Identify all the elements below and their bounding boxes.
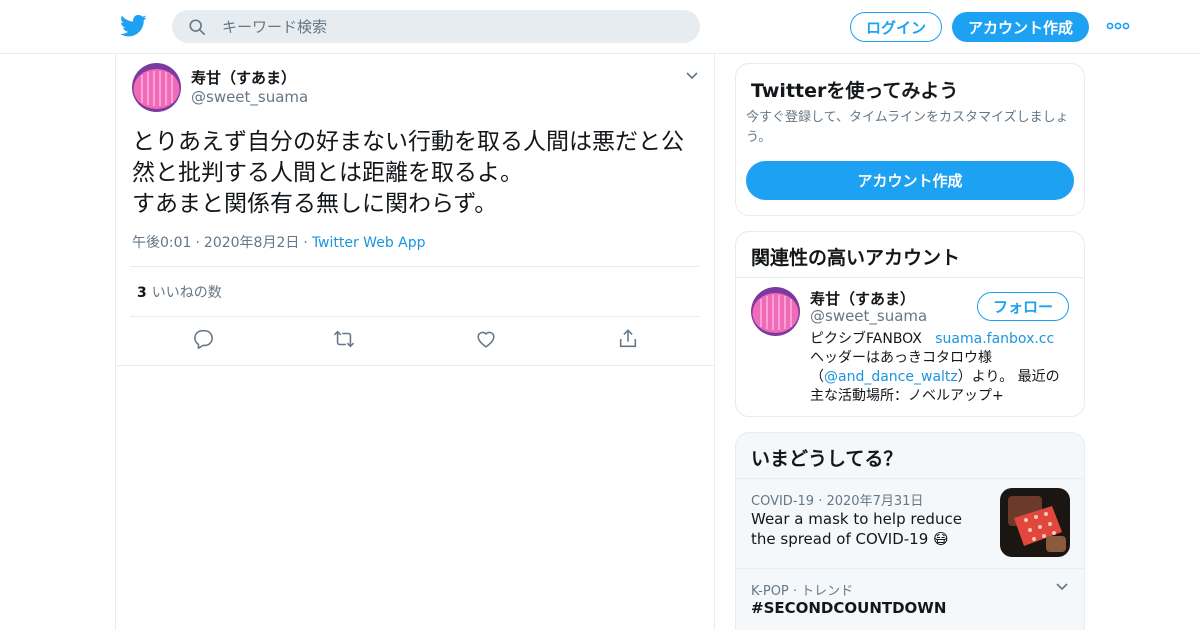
divider bbox=[736, 568, 1084, 569]
account-name[interactable]: 寿甘（すあま） bbox=[810, 288, 915, 309]
bio-line: （@and_dance_waltz）より。 最近の bbox=[810, 368, 1075, 387]
chevron-down-icon[interactable] bbox=[1055, 582, 1069, 592]
twitter-bird-icon[interactable] bbox=[120, 14, 147, 38]
login-button[interactable]: ログイン bbox=[850, 12, 942, 42]
chevron-down-icon[interactable] bbox=[685, 71, 699, 81]
trend-category: COVID-19 bbox=[751, 494, 815, 509]
card-subtitle: 今すぐ登録して、タイムラインをカスタマイズしましょう。 bbox=[746, 110, 1069, 145]
avatar[interactable] bbox=[751, 287, 800, 336]
tweet-column: 寿甘（すあま） @sweet_suama とりあえず自分の好まない行動を取る人間… bbox=[115, 54, 715, 630]
bio-text: ピクシブFANBOX bbox=[810, 331, 922, 347]
search-input[interactable]: キーワード検索 bbox=[222, 16, 327, 37]
related-accounts-card: 関連性の高いアカウント 寿甘（すあま） @sweet_suama フォロー ピク… bbox=[735, 231, 1085, 417]
tweet-author-name[interactable]: 寿甘（すあま） bbox=[191, 67, 296, 88]
avatar-image bbox=[132, 63, 181, 112]
divider bbox=[130, 316, 700, 317]
top-header: キーワード検索 ログイン アカウント作成 bbox=[0, 0, 1200, 54]
avatar-image bbox=[751, 287, 800, 336]
tweet-time[interactable]: 午後0:01 bbox=[132, 235, 191, 251]
divider bbox=[130, 266, 700, 267]
like-count: 3 bbox=[137, 285, 147, 301]
tweet-text-line: 然と批判する人間とは距離を取るよ。 bbox=[132, 160, 523, 186]
trend-headline-text: Wear a mask to help reduce the spread of… bbox=[751, 510, 962, 548]
tweet-metadata: 午後0:01 · 2020年8月2日 · Twitter Web App bbox=[132, 232, 426, 252]
like-count-label: いいねの数 bbox=[151, 285, 222, 301]
tweet-text-line: すあまと関係有る無しに関わらず。 bbox=[132, 191, 498, 217]
search-icon bbox=[189, 18, 206, 35]
bio-link[interactable]: suama.fanbox.cc bbox=[935, 331, 1054, 347]
tweet-text: とりあえず自分の好まない行動を取る人間は悪だと公 然と批判する人間とは距離を取る… bbox=[132, 127, 702, 220]
meta-separator: · bbox=[818, 494, 823, 509]
trends-card: いまどうしてる？ COVID-19 · 2020年7月31日 Wear a ma… bbox=[735, 432, 1085, 630]
bio-text: （ bbox=[810, 369, 824, 385]
divider bbox=[736, 478, 1084, 479]
account-bio: ピクシブFANBOX suama.fanbox.cc ヘッダーはあっきコタロウ様… bbox=[810, 330, 1075, 406]
trend-headline[interactable]: Wear a mask to help reduce the spread of… bbox=[751, 509, 991, 549]
signup-button[interactable]: アカウント作成 bbox=[952, 12, 1089, 42]
tweet-actions bbox=[116, 328, 714, 354]
trend-meta: COVID-19 · 2020年7月31日 bbox=[751, 490, 923, 509]
divider bbox=[116, 365, 714, 366]
heart-icon[interactable] bbox=[475, 328, 497, 350]
try-twitter-card: Twitterを使ってみよう 今すぐ登録して、タイムラインをカスタマイズしましょ… bbox=[735, 63, 1085, 216]
trend-date: 2020年7月31日 bbox=[826, 494, 924, 509]
reply-icon[interactable] bbox=[192, 328, 214, 350]
avatar[interactable] bbox=[132, 63, 181, 112]
tweet-source-link[interactable]: Twitter Web App bbox=[312, 235, 426, 251]
bio-line: 主な活動場所：ノベルアップ+ bbox=[810, 388, 1004, 404]
bio-line: ヘッダーはあっきコタロウ様 bbox=[810, 350, 992, 366]
trend-thumbnail[interactable] bbox=[1000, 488, 1070, 557]
tweet-date[interactable]: 2020年8月2日 bbox=[204, 235, 299, 251]
share-icon[interactable] bbox=[617, 328, 639, 350]
trend-hashtag[interactable]: #SECONDCOUNTDOWN bbox=[751, 599, 946, 617]
meta-separator: · bbox=[195, 235, 200, 251]
gift-box-image bbox=[1000, 488, 1070, 557]
tweet-text-line: とりあえず自分の好まない行動を取る人間は悪だと公 bbox=[132, 129, 684, 155]
meta-separator: · bbox=[303, 235, 308, 251]
bio-mention-link[interactable]: @and_dance_waltz bbox=[824, 369, 958, 385]
tweet-author-handle[interactable]: @sweet_suama bbox=[191, 88, 308, 106]
divider bbox=[736, 277, 1084, 278]
bio-line: ピクシブFANBOX suama.fanbox.cc bbox=[810, 330, 1075, 349]
account-handle[interactable]: @sweet_suama bbox=[810, 307, 927, 325]
retweet-icon[interactable] bbox=[333, 328, 355, 350]
bio-text: ）より。 最近の bbox=[957, 369, 1060, 385]
mask-emoji-icon: 😷 bbox=[933, 530, 949, 548]
follow-button[interactable]: フォロー bbox=[977, 292, 1069, 321]
like-count-stat[interactable]: 3 いいねの数 bbox=[137, 282, 222, 302]
signup-button[interactable]: アカウント作成 bbox=[746, 161, 1074, 200]
search-bar[interactable]: キーワード検索 bbox=[172, 10, 700, 43]
trend-category: K-POP · トレンド bbox=[751, 584, 854, 599]
card-title: 関連性の高いアカウント bbox=[751, 247, 961, 269]
card-title: Twitterを使ってみよう bbox=[751, 80, 959, 102]
more-options-icon[interactable] bbox=[1106, 19, 1130, 33]
card-title: いまどうしてる？ bbox=[751, 448, 903, 470]
